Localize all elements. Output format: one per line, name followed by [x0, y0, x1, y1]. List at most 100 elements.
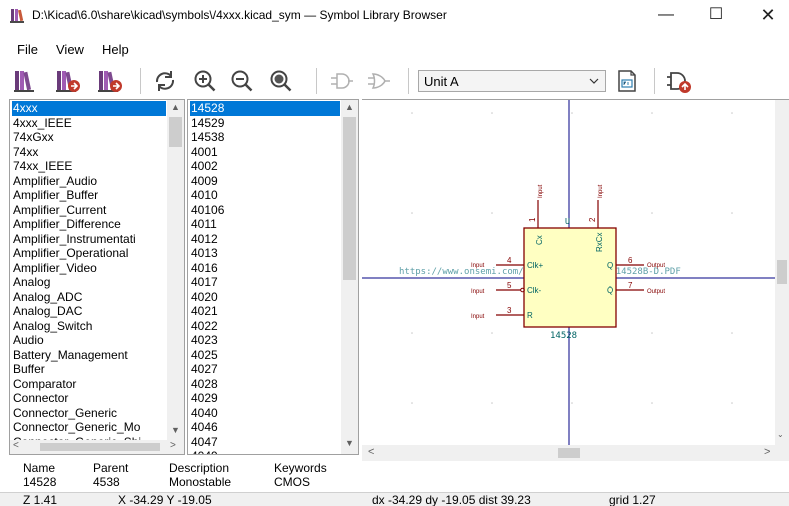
- pin-number: 2: [588, 217, 597, 222]
- list-item[interactable]: Battery_Management: [12, 348, 166, 363]
- list-item[interactable]: 4020: [190, 290, 340, 305]
- list-item[interactable]: 4009: [190, 174, 340, 189]
- list-item[interactable]: Amplifier_Video: [12, 261, 166, 276]
- symbol-list[interactable]: 14528 14529 14538 4001 4002 4009 4010 40106 4011…: [187, 99, 359, 455]
- scroll-down-icon[interactable]: ⌄: [777, 430, 784, 439]
- keywords-value: CMOS: [274, 475, 310, 489]
- list-item[interactable]: 4xxx: [12, 101, 166, 116]
- list-item[interactable]: Connector_Generic: [12, 406, 166, 421]
- refresh-icon[interactable]: [152, 68, 178, 94]
- list-item[interactable]: 4028: [190, 377, 340, 392]
- menu-help[interactable]: Help: [102, 42, 129, 57]
- list-item[interactable]: Amplifier_Instrumentati: [12, 232, 166, 247]
- list-item[interactable]: 14538: [190, 130, 340, 145]
- name-label: Name: [23, 461, 56, 475]
- library-list-hscrollbar[interactable]: < >: [10, 440, 184, 454]
- scroll-thumb[interactable]: [777, 260, 787, 284]
- scroll-thumb[interactable]: [343, 117, 356, 280]
- close-button[interactable]: ✕: [748, 4, 788, 26]
- list-item[interactable]: Comparator: [12, 377, 166, 392]
- scroll-up-icon[interactable]: ▲: [341, 102, 358, 116]
- list-item[interactable]: 4013: [190, 246, 340, 261]
- toolbar-separator: [316, 68, 317, 94]
- list-item[interactable]: 4027: [190, 362, 340, 377]
- list-item[interactable]: 4040: [190, 406, 340, 421]
- list-item[interactable]: 4023: [190, 333, 340, 348]
- scroll-thumb[interactable]: [558, 448, 580, 458]
- list-item[interactable]: Analog_DAC: [12, 304, 166, 319]
- symbol-list-scrollbar[interactable]: ▲ ▼: [341, 100, 358, 454]
- select-previous-library-icon[interactable]: [13, 68, 39, 94]
- list-item[interactable]: 4002: [190, 159, 340, 174]
- canvas-hscrollbar[interactable]: < >: [362, 445, 789, 461]
- list-item[interactable]: Buffer: [12, 362, 166, 377]
- unit-select[interactable]: Unit A: [418, 70, 606, 92]
- zoom-in-icon[interactable]: [192, 68, 218, 94]
- scroll-thumb[interactable]: [40, 443, 160, 451]
- list-item[interactable]: Analog_Switch: [12, 319, 166, 334]
- minimize-button[interactable]: —: [646, 4, 686, 26]
- list-item[interactable]: 4012: [190, 232, 340, 247]
- pin-type: Input: [471, 263, 485, 269]
- pin-name: Clk+: [527, 261, 544, 270]
- menu-view[interactable]: View: [56, 42, 84, 57]
- scroll-left-icon[interactable]: <: [368, 446, 374, 458]
- list-item[interactable]: 74xx: [12, 145, 166, 160]
- select-next-library-icon[interactable]: [97, 68, 123, 94]
- list-item[interactable]: 4049: [190, 449, 340, 454]
- parent-value: 4538: [93, 475, 120, 489]
- pin-name: Clk-: [527, 286, 542, 295]
- show-demorgan-icon[interactable]: [366, 68, 392, 94]
- list-item[interactable]: 74xGxx: [12, 130, 166, 145]
- list-item[interactable]: Analog_ADC: [12, 290, 166, 305]
- list-item[interactable]: 4029: [190, 391, 340, 406]
- scroll-left-icon[interactable]: <: [13, 440, 19, 451]
- list-item[interactable]: 4047: [190, 435, 340, 450]
- list-item[interactable]: 4016: [190, 261, 340, 276]
- maximize-button[interactable]: ☐: [696, 4, 736, 26]
- list-item[interactable]: 14528: [190, 101, 340, 116]
- pin-type: Output: [647, 289, 665, 295]
- list-item[interactable]: Amplifier_Difference: [12, 217, 166, 232]
- list-item[interactable]: 4010: [190, 188, 340, 203]
- symbol-preview-canvas[interactable]: https://www.onsemi.com/pub/Collateral/MC…: [362, 99, 789, 461]
- list-item[interactable]: 4001: [190, 145, 340, 160]
- list-item[interactable]: 4011: [190, 217, 340, 232]
- list-item[interactable]: Connector: [12, 391, 166, 406]
- list-item[interactable]: Amplifier_Current: [12, 203, 166, 218]
- zoom-fit-icon[interactable]: [268, 68, 294, 94]
- list-item[interactable]: Audio: [12, 333, 166, 348]
- list-item[interactable]: 4017: [190, 275, 340, 290]
- scroll-thumb[interactable]: [169, 117, 182, 147]
- list-item[interactable]: 4046: [190, 420, 340, 435]
- list-item[interactable]: 4xxx_IEEE: [12, 116, 166, 131]
- list-item[interactable]: Amplifier_Operational: [12, 246, 166, 261]
- select-library-icon[interactable]: [55, 68, 81, 94]
- list-item[interactable]: Amplifier_Buffer: [12, 188, 166, 203]
- list-item[interactable]: Analog: [12, 275, 166, 290]
- list-item[interactable]: 4025: [190, 348, 340, 363]
- show-body-style-icon[interactable]: [329, 68, 355, 94]
- list-item[interactable]: Connector_Generic_Mo: [12, 420, 166, 435]
- library-list-scrollbar[interactable]: ▲ ▼: [167, 100, 184, 441]
- scroll-up-icon[interactable]: ▲: [167, 102, 184, 116]
- list-item[interactable]: 4021: [190, 304, 340, 319]
- menu-file[interactable]: File: [17, 42, 38, 57]
- list-item[interactable]: Amplifier_Audio: [12, 174, 166, 189]
- list-item[interactable]: 40106: [190, 203, 340, 218]
- library-list[interactable]: 4xxx 4xxx_IEEE 74xGxx 74xx 74xx_IEEE Amplifie…: [9, 99, 185, 455]
- scroll-right-icon[interactable]: >: [170, 440, 176, 451]
- scroll-right-icon[interactable]: >: [764, 446, 770, 458]
- description-value: Monostable: [169, 475, 232, 489]
- list-item[interactable]: 4022: [190, 319, 340, 334]
- scroll-down-icon[interactable]: ▼: [167, 425, 184, 439]
- canvas-vscrollbar[interactable]: ⌄: [775, 100, 789, 446]
- parent-label: Parent: [93, 461, 129, 475]
- show-datasheet-icon[interactable]: [614, 68, 640, 94]
- add-symbol-to-schematic-icon[interactable]: [666, 68, 692, 94]
- scroll-down-icon[interactable]: ▼: [341, 438, 358, 452]
- list-item[interactable]: 74xx_IEEE: [12, 159, 166, 174]
- zoom-out-icon[interactable]: [229, 68, 255, 94]
- list-item[interactable]: 14529: [190, 116, 340, 131]
- toolbar-separator: [654, 68, 655, 94]
